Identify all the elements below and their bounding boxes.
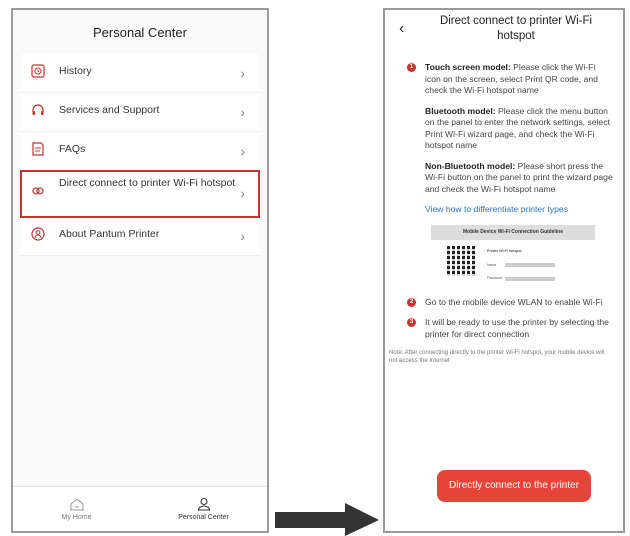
step-number-badge: 3 (407, 318, 416, 327)
step-number-badge: 1 (407, 63, 416, 72)
step-2: 2 Go to the mobile device WLAN to enable… (385, 297, 623, 309)
tab-my-home[interactable]: My Home (13, 487, 140, 531)
page-title: Direct connect to printer Wi-Fi hotspot (439, 15, 593, 42)
menu-item-services[interactable]: Services and Support › (21, 93, 259, 132)
guideline-image: Mobile Device Wi-Fi Connection Guideline… (431, 224, 595, 287)
hotspot-label: Printer Wi-Fi hotspot (487, 249, 522, 253)
step-text: Go to the mobile device WLAN to enable W… (425, 296, 603, 307)
link-icon (32, 187, 44, 195)
step-3: 3 It will be ready to use the printer by… (385, 317, 623, 340)
tab-label: My Home (61, 513, 92, 521)
back-arrow-icon[interactable]: ‹ (399, 20, 404, 38)
menu-list: History › Services and Support › FAQs › (20, 54, 260, 256)
direct-connect-button[interactable]: Directly connect to the printer (437, 470, 591, 502)
home-icon (70, 497, 83, 510)
chevron-right-icon: › (240, 143, 245, 159)
note-text: Note: After connecting directly to the p… (389, 350, 605, 364)
printer-types-link[interactable]: View how to differentiate printer types (425, 204, 613, 216)
step-touch-screen: Touch screen model: Please click the Wi-… (425, 62, 613, 97)
menu-item-label: Direct connect to printer Wi-Fi hotspot (59, 177, 236, 189)
header: ‹ Direct connect to printer Wi-Fi hotspo… (385, 10, 623, 52)
tab-bar: My Home Personal Center (13, 486, 267, 531)
name-label: Name (487, 262, 497, 267)
step-1: 1 Touch screen model: Please click the W… (385, 62, 623, 287)
faq-icon (32, 142, 44, 156)
chevron-right-icon: › (240, 65, 245, 81)
menu-item-direct-connect[interactable]: Direct connect to printer Wi-Fi hotspot … (20, 170, 260, 218)
menu-item-label: About Pantum Printer (59, 228, 160, 240)
guideline-title: Mobile Device Wi-Fi Connection Guideline (431, 224, 595, 240)
qr-code-icon (447, 246, 477, 276)
menu-item-label: History (59, 65, 92, 77)
menu-item-about[interactable]: About Pantum Printer › (21, 217, 259, 256)
tab-label: Personal Center (178, 514, 229, 521)
direct-connect-screen: ‹ Direct connect to printer Wi-Fi hotspo… (383, 8, 625, 533)
personal-center-screen: Personal Center History › Services and S… (11, 8, 269, 533)
chevron-right-icon: › (240, 185, 245, 201)
person-icon (197, 497, 210, 511)
chevron-right-icon: › (240, 104, 245, 120)
arrow-right-icon (275, 503, 379, 536)
tab-personal-center[interactable]: Personal Center (140, 487, 267, 531)
password-label: Password (487, 276, 503, 280)
page-title: Personal Center (93, 24, 187, 40)
history-icon (31, 64, 45, 78)
menu-item-label: Services and Support (59, 104, 160, 116)
model-label: Bluetooth model: (425, 105, 496, 116)
step-bluetooth: Bluetooth model: Please click the menu b… (425, 106, 613, 152)
hotspot-form: Printer Wi-Fi hotspot Name Password (487, 246, 555, 287)
step-text: It will be ready to use the printer by s… (425, 317, 609, 339)
headset-icon (32, 104, 44, 115)
menu-item-label: FAQs (59, 143, 86, 155)
model-label: Non-Bluetooth model: (425, 160, 516, 171)
menu-item-faqs[interactable]: FAQs › (21, 132, 259, 171)
chevron-right-icon: › (240, 228, 245, 244)
menu-item-history[interactable]: History › (21, 54, 259, 93)
step-non-bluetooth: Non-Bluetooth model: Please short press … (425, 161, 613, 196)
info-icon (31, 227, 45, 241)
step-number-badge: 2 (407, 297, 416, 307)
model-label: Touch screen model: (425, 62, 511, 72)
